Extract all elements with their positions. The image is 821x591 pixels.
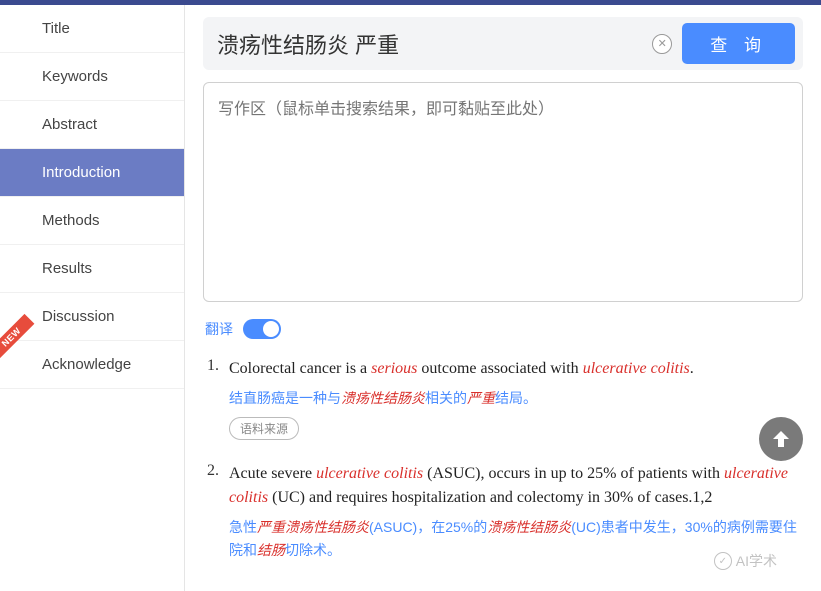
watermark: ✓ AI学术	[714, 551, 777, 571]
sidebar-item-keywords[interactable]: Keywords	[0, 53, 184, 101]
wechat-icon: ✓	[714, 552, 732, 570]
sidebar-item-abstract[interactable]: Abstract	[0, 101, 184, 149]
query-button[interactable]: 查 询	[682, 23, 795, 64]
results-list: 1.Colorectal cancer is a serious outcome…	[203, 357, 803, 569]
clear-icon[interactable]: ✕	[652, 34, 672, 54]
translate-toggle[interactable]	[243, 319, 281, 339]
result-number: 2.	[207, 462, 229, 569]
sidebar-item-methods[interactable]: Methods	[0, 197, 184, 245]
source-button[interactable]: 语料来源	[229, 417, 299, 440]
sidebar-item-introduction[interactable]: Introduction	[0, 149, 184, 197]
arrow-up-icon	[769, 427, 793, 451]
translate-row: 翻译	[205, 319, 803, 339]
translate-label: 翻译	[205, 319, 233, 339]
result-item[interactable]: 1.Colorectal cancer is a serious outcome…	[207, 357, 803, 440]
result-chinese: 结直肠癌是一种与溃疡性结肠炎相关的严重结局。	[229, 387, 803, 409]
search-input[interactable]	[211, 27, 642, 61]
main-panel: ✕ 查 询 翻译 1.Colorectal cancer is a seriou…	[185, 5, 821, 591]
sidebar-item-results[interactable]: Results	[0, 245, 184, 293]
result-english: Colorectal cancer is a serious outcome a…	[229, 357, 803, 381]
writing-area[interactable]	[203, 82, 803, 302]
sidebar-item-title[interactable]: Title	[0, 5, 184, 53]
search-row: ✕ 查 询	[203, 17, 803, 70]
sidebar: Title Keywords Abstract Introduction Met…	[0, 5, 185, 591]
result-number: 1.	[207, 357, 229, 440]
scroll-top-button[interactable]	[759, 417, 803, 461]
result-english: Acute severe ulcerative colitis (ASUC), …	[229, 462, 803, 510]
sidebar-item-acknowledge[interactable]: Acknowledge	[0, 341, 184, 389]
